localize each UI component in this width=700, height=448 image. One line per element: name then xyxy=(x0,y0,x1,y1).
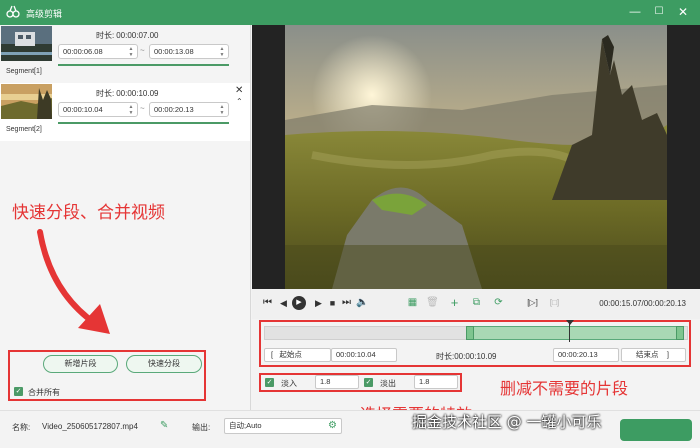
segment-end-input[interactable]: 00:00:13.08 ▲ ▼ xyxy=(149,44,229,59)
fade-out-checkbox[interactable]: ✓ xyxy=(364,378,373,387)
segment-start-input[interactable]: 00:00:06.08 ▲ ▼ xyxy=(58,44,138,59)
end-time-input[interactable]: 00:00:20.13 xyxy=(553,348,619,362)
timeline-start-handle[interactable] xyxy=(466,326,474,340)
range-separator: ~ xyxy=(140,46,145,55)
range-separator: ~ xyxy=(140,104,145,113)
segment-end-input[interactable]: 00:00:20.13 ▲ ▼ xyxy=(149,102,229,117)
close-icon[interactable]: ✕ xyxy=(675,4,691,20)
start-time-input[interactable]: 00:00:10.04 xyxy=(331,348,397,362)
segment-range-bar xyxy=(58,122,229,124)
segment-item[interactable]: Segment[2] 时长: 00:00:10.09 00:00:10.04 ▲ ▼ … xyxy=(0,83,250,141)
video-frame xyxy=(285,25,667,289)
skip-to-start-icon[interactable]: ⏮ xyxy=(261,296,274,310)
app-logo-icon xyxy=(6,5,20,18)
timeline-duration: 时长:00:00:10.09 xyxy=(436,352,497,361)
file-name: Video_250605172807.mp4 xyxy=(42,422,138,431)
fade-in-label: 淡入 xyxy=(281,379,297,388)
delete-segment-icon[interactable]: ✕ xyxy=(235,85,243,96)
output-label: 输出: xyxy=(192,423,211,432)
segment-label: Segment[2] xyxy=(6,126,42,133)
playhead-marker-icon[interactable] xyxy=(566,320,574,325)
segment-thumbnail xyxy=(1,84,52,119)
segment-item[interactable]: Segment[1] 时长: 00:00:07.00 00:00:06.08 ▲ ▼ … xyxy=(0,25,250,83)
time-readout: 00:00:15.07/00:00:20.13 xyxy=(599,299,686,308)
play-icon[interactable]: ▶ xyxy=(292,296,306,310)
player-controls: ⏮ ◀ ▶ ▶ ■ ⏭ 🔈 ▦ 🗑 + ⧉ ⟳ [▷] [□] 00:00:15… xyxy=(252,289,700,319)
fade-out-input[interactable]: 1.8 xyxy=(414,375,458,389)
step-forward-icon[interactable]: ▶ xyxy=(312,296,325,310)
set-end-button[interactable]: 结束点 ] xyxy=(621,348,686,362)
watermark: 掘金技术社区 @ 一罐小可乐 xyxy=(412,413,602,431)
chevron-up-icon[interactable]: ⌃ xyxy=(236,97,243,106)
segment-duration: 时长: 00:00:07.00 xyxy=(96,31,159,40)
segment-start-input[interactable]: 00:00:10.04 ▲ ▼ xyxy=(58,102,138,117)
window-title: 高级剪辑 xyxy=(26,9,63,19)
volume-icon[interactable]: 🔈 xyxy=(356,296,369,310)
add-icon[interactable]: + xyxy=(448,296,461,310)
title-bar: 高级剪辑 — ☐ ✕ xyxy=(0,0,700,25)
mark-in-icon[interactable]: [▷] xyxy=(526,296,539,310)
edit-icon[interactable]: ✎ xyxy=(160,420,168,431)
timeline-selection[interactable] xyxy=(466,326,684,340)
trash-icon[interactable]: 🗑 xyxy=(426,296,439,310)
video-preview[interactable] xyxy=(252,25,700,289)
annotation-arrow-icon xyxy=(37,229,110,334)
skip-to-end-icon[interactable]: ⏭ xyxy=(340,296,353,310)
merge-all-label: 合并所有 xyxy=(28,388,60,397)
quick-split-button[interactable]: 快速分段 xyxy=(126,355,202,373)
name-label: 名称: xyxy=(12,423,31,432)
playhead[interactable] xyxy=(569,322,570,342)
minimize-icon[interactable]: — xyxy=(627,4,643,20)
segment-label: Segment[1] xyxy=(6,68,42,75)
gear-icon[interactable]: ⚙ xyxy=(328,420,337,431)
add-segment-button[interactable]: 新增片段 xyxy=(43,355,118,373)
mark-out-icon[interactable]: [□] xyxy=(548,296,561,310)
split-icon[interactable]: ▦ xyxy=(406,296,419,310)
merge-all-checkbox[interactable]: ✓ xyxy=(14,387,23,396)
segment-thumbnail xyxy=(1,26,52,61)
step-back-icon[interactable]: ◀ xyxy=(277,296,290,310)
fade-in-input[interactable]: 1.8 xyxy=(315,375,359,389)
fade-out-label: 淡出 xyxy=(380,379,396,388)
maximize-icon[interactable]: ☐ xyxy=(651,4,667,20)
segment-range-bar xyxy=(58,64,229,66)
stop-icon[interactable]: ■ xyxy=(326,296,339,310)
timeline-end-handle[interactable] xyxy=(676,326,684,340)
annotation-delete-unneeded: 删减不需要的片段 xyxy=(500,379,629,398)
fade-in-checkbox[interactable]: ✓ xyxy=(265,378,274,387)
set-start-button[interactable]: [ 起始点 xyxy=(264,348,331,362)
segment-duration: 时长: 00:00:10.09 xyxy=(96,89,159,98)
output-folder-input[interactable]: 自动;Auto xyxy=(224,418,342,434)
start-button[interactable] xyxy=(620,419,692,441)
copy-icon[interactable]: ⧉ xyxy=(470,296,483,310)
reset-icon[interactable]: ⟳ xyxy=(492,296,505,310)
annotation-split-merge: 快速分段、合并视频 xyxy=(12,203,165,223)
